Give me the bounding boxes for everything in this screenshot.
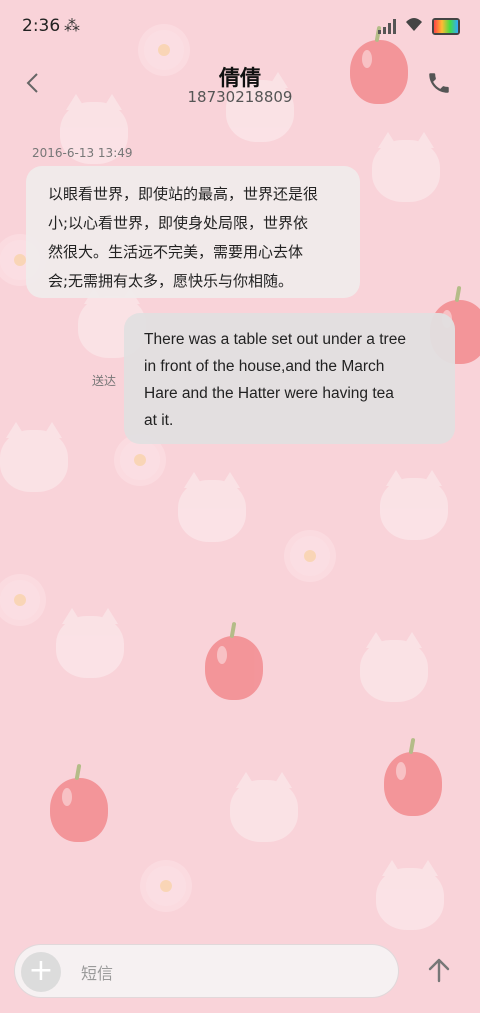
message-line: 小;以心看世界，即使身处局限，世界依 [48,214,309,232]
incoming-message-bubble[interactable]: 以眼看世界，即使站的最高，世界还是很 小;以心看世界，即使身处局限，世界依 然很… [26,166,360,298]
message-line: at it. [144,412,174,429]
contact-number: 18730218809 [187,88,293,106]
status-bar: 2:36 ⁂ [0,0,480,52]
message-composer: + [14,944,399,998]
message-line: 会;无需拥有太多，愿快乐与你相随。 [48,272,294,290]
conversation-header: 倩倩 18730218809 [0,52,480,122]
status-time: 2:36 [22,16,61,36]
message-line: 以眼看世界，即使站的最高，世界还是很 [48,185,319,203]
message-line: 然很大。生活远不完美，需要用心去体 [48,243,304,261]
battery-icon [432,18,460,35]
message-line: in front of the house,and the March [144,358,385,375]
wifi-icon [404,16,424,36]
plus-icon[interactable]: + [21,952,61,992]
message-timestamp: 2016-6-13 13:49 [32,146,133,160]
delivery-status: 送达 [92,374,117,388]
phone-icon[interactable] [426,70,456,100]
message-line: There was a table set out under a tree [144,331,406,348]
bluetooth-icon: ⁂ [64,16,80,35]
arrow-up-icon[interactable] [424,955,456,987]
message-input[interactable] [79,959,383,987]
outgoing-message-bubble[interactable]: There was a table set out under a tree i… [124,313,455,444]
message-line: Hare and the Hatter were having tea [144,385,394,402]
signal-icon [378,18,398,34]
